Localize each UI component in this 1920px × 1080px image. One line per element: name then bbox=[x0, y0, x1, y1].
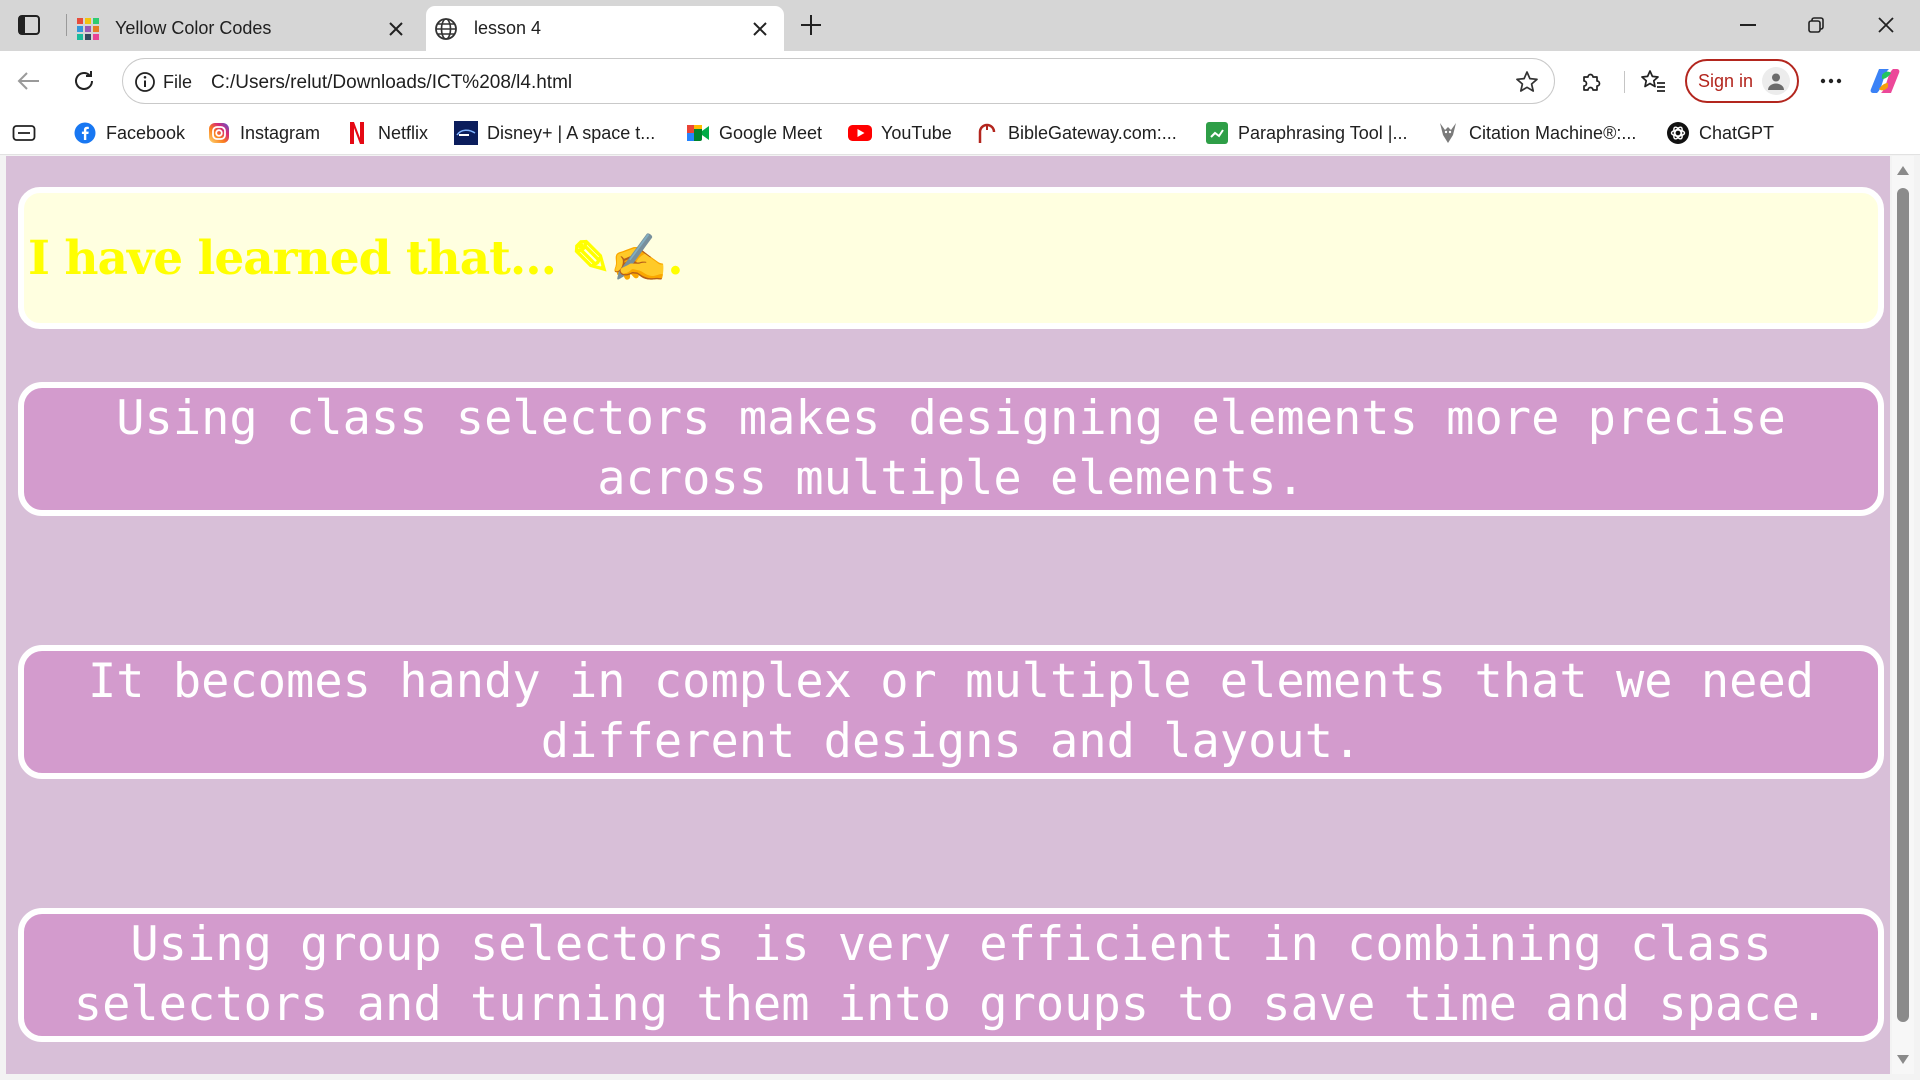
tab-actions-icon bbox=[18, 15, 40, 35]
bookmark-google-meet[interactable]: Google Meet bbox=[686, 119, 822, 147]
bookmark-label: Citation Machine®:... bbox=[1469, 122, 1637, 143]
bookmark-disney-plus[interactable]: Disney+ | A space t... bbox=[454, 119, 655, 147]
color-grid-icon bbox=[76, 17, 100, 41]
refresh-icon bbox=[75, 71, 93, 90]
new-tab-button[interactable] bbox=[796, 10, 826, 40]
tab-title: Yellow Color Codes bbox=[115, 18, 272, 38]
close-icon bbox=[753, 22, 767, 36]
bookmark-citation-machine[interactable]: Citation Machine®:... bbox=[1436, 119, 1636, 147]
back-arrow-icon bbox=[17, 72, 39, 90]
tab-actions-button[interactable] bbox=[14, 12, 44, 38]
back-button[interactable] bbox=[12, 64, 46, 98]
tab-separator bbox=[66, 14, 67, 36]
tab-close-button[interactable] bbox=[748, 17, 772, 41]
bookmark-youtube[interactable]: YouTube bbox=[848, 119, 952, 147]
tab-title: lesson 4 bbox=[474, 18, 542, 38]
copilot-button[interactable] bbox=[1868, 64, 1902, 98]
bookmark-label: Netflix bbox=[378, 122, 429, 143]
info-icon[interactable] bbox=[133, 70, 157, 94]
scroll-up-arrow-icon[interactable] bbox=[1897, 166, 1909, 175]
tab-lesson-4[interactable]: lesson 4 bbox=[426, 6, 784, 51]
plus-icon bbox=[801, 15, 821, 35]
more-options-button[interactable] bbox=[1814, 64, 1848, 98]
citation-machine-icon bbox=[1436, 121, 1460, 145]
chatgpt-icon bbox=[1666, 121, 1690, 145]
tab-yellow-color-codes[interactable]: Yellow Color Codes bbox=[72, 6, 420, 51]
close-icon bbox=[1878, 17, 1894, 33]
content-paragraph: Using class selectors makes designing el… bbox=[116, 391, 1786, 506]
globe-icon bbox=[434, 17, 458, 41]
facebook-icon bbox=[73, 121, 97, 145]
bookmark-label: BibleGateway.com:... bbox=[1008, 122, 1177, 143]
disney-plus-icon bbox=[454, 121, 478, 145]
puzzle-icon bbox=[1583, 73, 1601, 91]
minimize-icon bbox=[1740, 24, 1756, 26]
toolbar-separator bbox=[1624, 71, 1625, 93]
biblegateway-icon bbox=[975, 121, 999, 145]
restore-button[interactable] bbox=[1782, 0, 1850, 50]
close-icon bbox=[389, 22, 403, 36]
bookmark-label: Instagram bbox=[240, 122, 321, 143]
bookmark-biblegateway[interactable]: BibleGateway.com:... bbox=[975, 119, 1177, 147]
browser-toolbar: File C:/Users/relut/Downloads/ICT%208/l4… bbox=[0, 51, 1920, 111]
bookmark-chatgpt[interactable]: ChatGPT bbox=[1666, 119, 1774, 147]
scheme-label: File bbox=[163, 72, 193, 92]
restore-icon bbox=[1808, 17, 1824, 33]
minimize-button[interactable] bbox=[1714, 0, 1782, 50]
bookmark-label: Paraphrasing Tool |... bbox=[1238, 122, 1408, 143]
vertical-scrollbar[interactable] bbox=[1892, 156, 1914, 1074]
bookmark-label: Google Meet bbox=[719, 122, 823, 143]
scrollbar-thumb[interactable] bbox=[1897, 188, 1909, 1022]
copilot-icon bbox=[1870, 69, 1900, 93]
bookmark-label: ChatGPT bbox=[1699, 122, 1775, 143]
heading-box: I have learned that... ✎✍. bbox=[18, 187, 1884, 329]
more-dots-icon bbox=[1820, 78, 1842, 84]
bookmarks-bar: Facebook Instagram Netflix Disney+ | A s… bbox=[0, 111, 1920, 155]
content-box: Using class selectors makes designing el… bbox=[18, 382, 1884, 516]
content-paragraph: It becomes handy in complex or multiple … bbox=[87, 654, 1815, 769]
tab-close-button[interactable] bbox=[384, 17, 408, 41]
address-bar[interactable]: File C:/Users/relut/Downloads/ICT%208/l4… bbox=[122, 58, 1555, 104]
bookmark-label: Facebook bbox=[106, 122, 186, 143]
bookmark-paraphrasing-tool[interactable]: Paraphrasing Tool |... bbox=[1205, 119, 1407, 147]
favorite-star-button[interactable] bbox=[1514, 69, 1540, 95]
google-meet-icon bbox=[686, 121, 710, 145]
sign-in-label: Sign in bbox=[1698, 71, 1754, 91]
content-box: Using group selectors is very efficient … bbox=[18, 908, 1884, 1042]
page-heading: I have learned that... ✎✍. bbox=[28, 231, 684, 286]
close-window-button[interactable] bbox=[1852, 0, 1920, 50]
content-box: It becomes handy in complex or multiple … bbox=[18, 645, 1884, 779]
netflix-icon bbox=[345, 121, 369, 145]
url-text[interactable]: C:/Users/relut/Downloads/ICT%208/l4.html bbox=[211, 72, 572, 94]
content-paragraph: Using group selectors is very efficient … bbox=[73, 917, 1829, 1032]
favorites-icon bbox=[1641, 70, 1665, 92]
page-viewport: I have learned that... ✎✍. Using class s… bbox=[6, 156, 1890, 1074]
bookmark-netflix[interactable]: Netflix bbox=[345, 119, 428, 147]
bookmark-instagram[interactable]: Instagram bbox=[207, 119, 320, 147]
youtube-icon bbox=[848, 121, 872, 145]
sign-in-button[interactable]: Sign in bbox=[1685, 59, 1799, 103]
paraphrasing-tool-icon bbox=[1205, 121, 1229, 145]
refresh-button[interactable] bbox=[67, 64, 101, 98]
tab-strip: Yellow Color Codes lesson 4 bbox=[0, 0, 1920, 51]
reading-list-icon bbox=[12, 125, 36, 141]
bookmark-label: Disney+ | A space t... bbox=[487, 122, 656, 143]
star-icon bbox=[1516, 71, 1538, 92]
avatar-icon bbox=[1762, 67, 1790, 95]
scroll-down-arrow-icon[interactable] bbox=[1897, 1055, 1909, 1064]
bookmarks-toggle[interactable] bbox=[12, 119, 36, 147]
bookmark-label: YouTube bbox=[881, 122, 952, 143]
instagram-icon bbox=[207, 121, 231, 145]
favorites-button[interactable] bbox=[1636, 64, 1670, 98]
bookmark-facebook[interactable]: Facebook bbox=[73, 119, 185, 147]
extensions-button[interactable] bbox=[1575, 64, 1609, 98]
